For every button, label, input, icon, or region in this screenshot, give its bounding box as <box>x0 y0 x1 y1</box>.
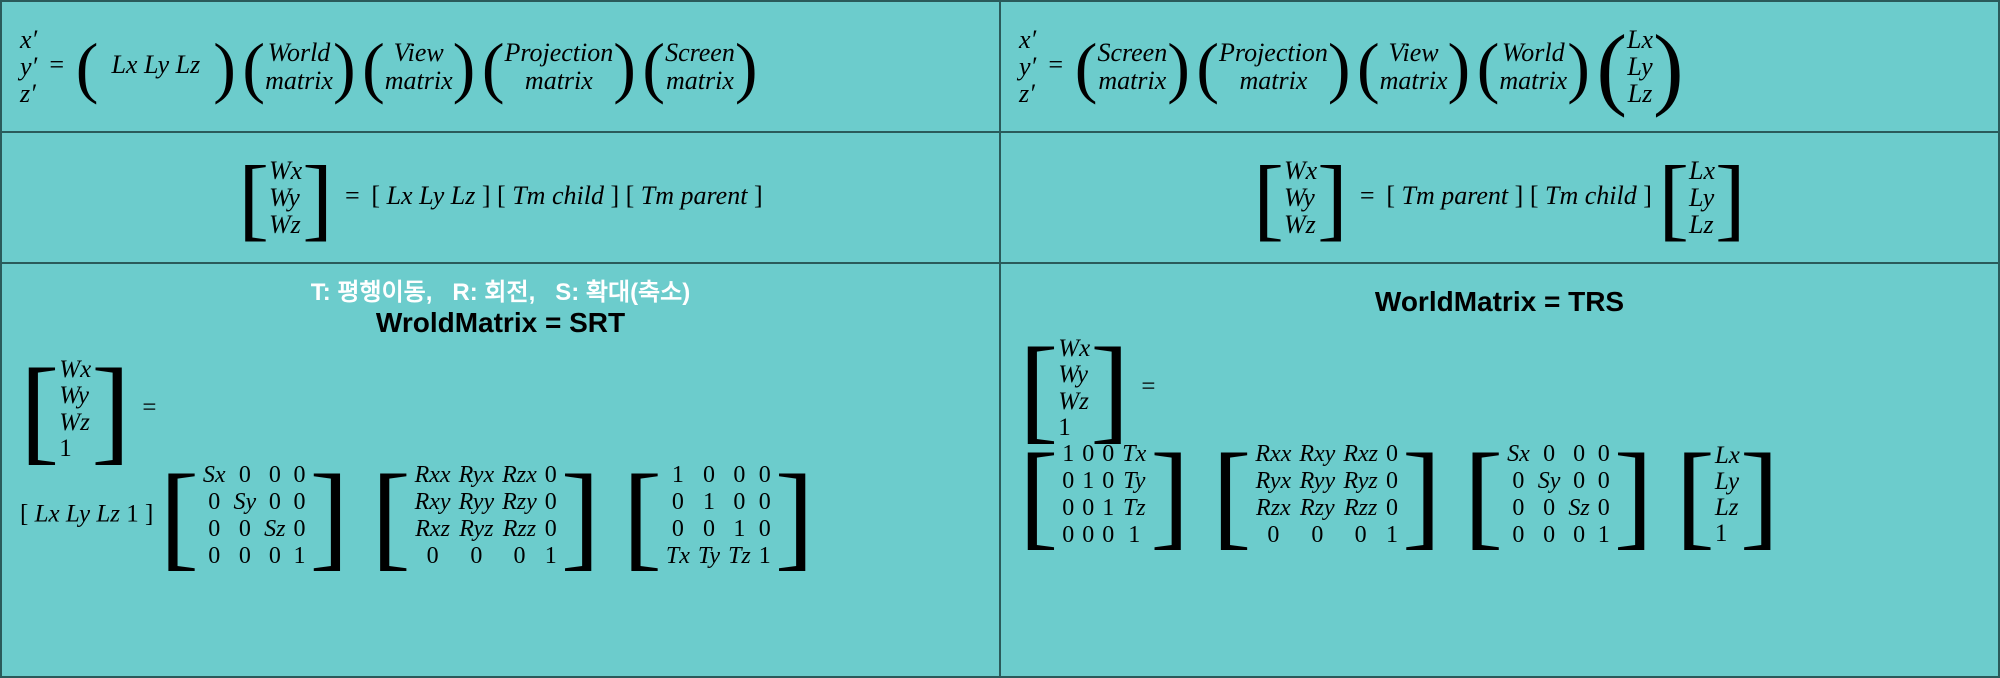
worldmatrix-srt-title: WroldMatrix = SRT <box>20 307 981 339</box>
trs-expansion: [100Tx010Ty001Tz0001] [RxxRxyRxz0RyxRyyR… <box>1019 441 1980 549</box>
cell-row2-right: [WxWyWz] = [ Tm parent ] [ Tm child ] [L… <box>1000 132 1999 263</box>
cell-row1-left: x′ y′ z′ = ( Lx Ly Lz ) (Worldmatrix) (V… <box>1 1 1000 132</box>
wvec-equals-right: [WxWyWz1] = <box>1019 336 1980 441</box>
comparison-table: x′ y′ z′ = ( Lx Ly Lz ) (Worldmatrix) (V… <box>0 0 2000 678</box>
translation-matrix-col: 100Tx010Ty001Tz0001 <box>1058 441 1150 549</box>
pipeline-row-equation: x′ y′ z′ = ( Lx Ly Lz ) (Worldmatrix) (V… <box>20 26 981 108</box>
equals-sign: = <box>48 49 66 78</box>
rotation-matrix-row: RxxRyxRzx0RxyRyyRzy0RxzRyzRzz00001 <box>411 462 561 570</box>
legend-text: T: 평행이동, R: 회전, S: 확대(축소) <box>20 272 981 307</box>
cell-row3-left: T: 평행이동, R: 회전, S: 확대(축소) WroldMatrix = … <box>1 263 1000 677</box>
wvec-equals-left: [WxWyWz1] = <box>20 357 981 462</box>
cell-row3-right: WorldMatrix = TRS [WxWyWz1] = [100Tx010T… <box>1000 263 1999 677</box>
pipeline-col-equation: x′ y′ z′ = (Screenmatrix) (Projectionmat… <box>1019 26 1980 108</box>
translation-matrix-row: 100001000010TxTyTz1 <box>662 462 775 570</box>
tm-col-equation: [WxWyWz] = [ Tm parent ] [ Tm child ] [L… <box>1019 157 1980 239</box>
tm-row-equation: [WxWyWz] = [ Lx Ly Lz ] [ Tm child ] [ T… <box>20 157 981 239</box>
rotation-matrix-col: RxxRxyRxz0RyxRyyRyz0RzxRzyRzz00001 <box>1251 441 1402 549</box>
scale-matrix: Sx0000Sy0000Sz00001 <box>199 462 310 570</box>
srt-expansion: [ Lx Ly Lz 1 ] [Sx0000Sy0000Sz00001] [Rx… <box>20 462 981 570</box>
worldmatrix-trs-title: WorldMatrix = TRS <box>1019 286 1980 318</box>
scale-matrix-col: Sx0000Sy0000Sz00001 <box>1503 441 1614 549</box>
cell-row2-left: [WxWyWz] = [ Lx Ly Lz ] [ Tm child ] [ T… <box>1 132 1000 263</box>
cell-row1-right: x′ y′ z′ = (Screenmatrix) (Projectionmat… <box>1000 1 1999 132</box>
